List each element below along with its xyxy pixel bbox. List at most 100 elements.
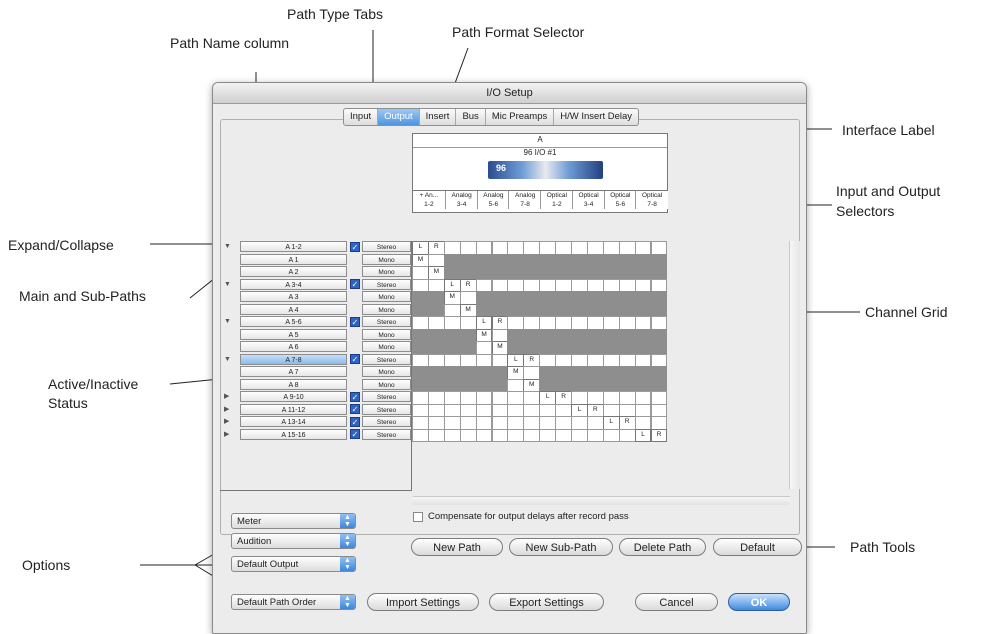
tab-hw-insert-delay[interactable]: H/W Insert Delay	[554, 109, 638, 125]
main-path-name[interactable]: A 3-4	[240, 278, 347, 290]
channel-grid-cell[interactable]	[412, 428, 429, 442]
active-status-checkbox[interactable]: ✓	[350, 404, 360, 414]
channel-grid-cell[interactable]	[459, 316, 477, 330]
io-selector-8[interactable]: Optical 7-8	[635, 191, 668, 209]
tab-input[interactable]: Input	[344, 109, 379, 125]
channel-grid-cell[interactable]: L	[571, 403, 588, 417]
main-path-name[interactable]: A 9-10	[240, 391, 347, 402]
channel-grid-cell[interactable]	[602, 328, 620, 342]
channel-grid-cell[interactable]: L	[443, 278, 461, 292]
channel-grid-cell[interactable]	[555, 253, 572, 267]
channel-grid-cell[interactable]	[618, 391, 636, 405]
channel-grid-cell[interactable]: M	[491, 341, 509, 355]
channel-grid-cell[interactable]	[523, 253, 541, 267]
main-path-name[interactable]: A 13-14	[240, 416, 347, 427]
io-selector-7[interactable]: Optical 5-6	[603, 191, 637, 209]
channel-grid-cell[interactable]: M	[412, 253, 429, 267]
channel-grid-cell[interactable]	[571, 366, 588, 380]
channel-grid-cell[interactable]	[507, 316, 525, 330]
channel-grid-cell[interactable]	[618, 341, 636, 355]
path-format-selector[interactable]: Mono	[362, 341, 411, 352]
channel-grid-cell[interactable]	[523, 278, 541, 292]
channel-grid-cell[interactable]	[586, 378, 604, 392]
channel-grid-cell[interactable]	[491, 266, 509, 280]
expand-triangle-icon[interactable]: ▶	[224, 406, 232, 414]
new-sub-path-button[interactable]: New Sub-Path	[509, 538, 613, 556]
channel-grid-cell[interactable]	[475, 378, 493, 392]
channel-grid-cell[interactable]	[555, 428, 572, 442]
channel-grid-cell[interactable]	[634, 266, 652, 280]
channel-grid-cell[interactable]	[443, 378, 461, 392]
channel-grid-cell[interactable]	[523, 366, 541, 380]
channel-grid-cell[interactable]	[602, 366, 620, 380]
path-format-selector[interactable]: Mono	[362, 303, 411, 315]
channel-grid-cell[interactable]	[507, 253, 525, 267]
path-format-selector[interactable]: Stereo	[362, 403, 411, 415]
channel-grid-cell[interactable]	[618, 403, 636, 417]
channel-grid-cell[interactable]	[571, 241, 588, 255]
channel-grid-cell[interactable]	[491, 353, 509, 367]
channel-grid-cell[interactable]	[634, 303, 652, 317]
channel-grid-cell[interactable]	[459, 403, 477, 417]
channel-grid-cell[interactable]	[491, 328, 509, 342]
channel-grid-cell[interactable]	[618, 303, 636, 317]
path-format-selector[interactable]: Stereo	[362, 353, 411, 365]
sub-path-name[interactable]: A 8	[240, 378, 347, 390]
channel-grid-cell[interactable]	[412, 303, 429, 317]
channel-grid-cell[interactable]: L	[539, 391, 557, 405]
channel-grid-cell[interactable]	[539, 303, 557, 317]
channel-grid-cell[interactable]	[491, 428, 509, 442]
channel-grid-cell[interactable]	[507, 403, 525, 417]
channel-grid-cell[interactable]	[427, 353, 445, 367]
channel-grid-cell[interactable]: R	[650, 428, 668, 442]
channel-grid-cell[interactable]	[459, 378, 477, 392]
active-status-checkbox[interactable]: ✓	[350, 316, 360, 327]
channel-grid-cell[interactable]	[586, 278, 604, 292]
channel-grid-cell[interactable]	[634, 353, 652, 367]
channel-grid-cell[interactable]	[443, 253, 461, 267]
channel-grid-cell[interactable]	[618, 278, 636, 292]
sub-path-name[interactable]: A 7	[240, 366, 347, 377]
expand-triangle-icon[interactable]: ▶	[224, 418, 232, 426]
channel-grid-cell[interactable]	[634, 341, 652, 355]
channel-grid-cell[interactable]	[634, 416, 652, 430]
active-status-checkbox[interactable]: ✓	[350, 241, 360, 252]
channel-grid-cell[interactable]	[523, 303, 541, 317]
main-path-name[interactable]: A 7-8	[240, 353, 347, 365]
channel-grid-cell[interactable]	[539, 378, 557, 392]
channel-grid-cell[interactable]	[443, 366, 461, 380]
vertical-scrollbar[interactable]	[789, 241, 800, 489]
channel-grid-cell[interactable]	[618, 316, 636, 330]
channel-grid-cell[interactable]	[507, 291, 525, 305]
channel-grid-cell[interactable]	[650, 291, 668, 305]
path-format-selector[interactable]: Mono	[362, 253, 411, 265]
channel-grid-cell[interactable]	[618, 291, 636, 305]
channel-grid-cell[interactable]	[571, 378, 588, 392]
channel-grid-cell[interactable]	[586, 341, 604, 355]
io-selector-1[interactable]: + An... 1-2	[413, 191, 445, 209]
channel-grid-cell[interactable]	[507, 303, 525, 317]
channel-grid-cell[interactable]	[427, 316, 445, 330]
channel-grid-cell[interactable]: M	[507, 366, 525, 380]
compensate-checkbox[interactable]	[413, 512, 423, 522]
channel-grid-cell[interactable]	[586, 366, 604, 380]
channel-grid-cell[interactable]	[427, 303, 445, 317]
channel-grid-cell[interactable]	[507, 416, 525, 430]
collapse-triangle-icon[interactable]: ▼	[224, 281, 232, 289]
channel-grid-cell[interactable]	[650, 366, 668, 380]
channel-grid-cell[interactable]	[523, 341, 541, 355]
channel-grid-cell[interactable]	[602, 303, 620, 317]
path-format-selector[interactable]: Mono	[362, 328, 411, 340]
channel-grid-cell[interactable]	[507, 391, 525, 405]
channel-grid-cell[interactable]	[586, 291, 604, 305]
channel-grid-cell[interactable]	[475, 291, 493, 305]
channel-grid-cell[interactable]	[571, 391, 588, 405]
channel-grid-cell[interactable]	[459, 328, 477, 342]
channel-grid-cell[interactable]	[507, 241, 525, 255]
collapse-triangle-icon[interactable]: ▼	[224, 243, 232, 251]
channel-grid-cell[interactable]: M	[459, 303, 477, 317]
channel-grid-cell[interactable]	[443, 303, 461, 317]
channel-grid-cell[interactable]	[427, 291, 445, 305]
channel-grid-cell[interactable]	[491, 416, 509, 430]
channel-grid-cell[interactable]	[571, 291, 588, 305]
